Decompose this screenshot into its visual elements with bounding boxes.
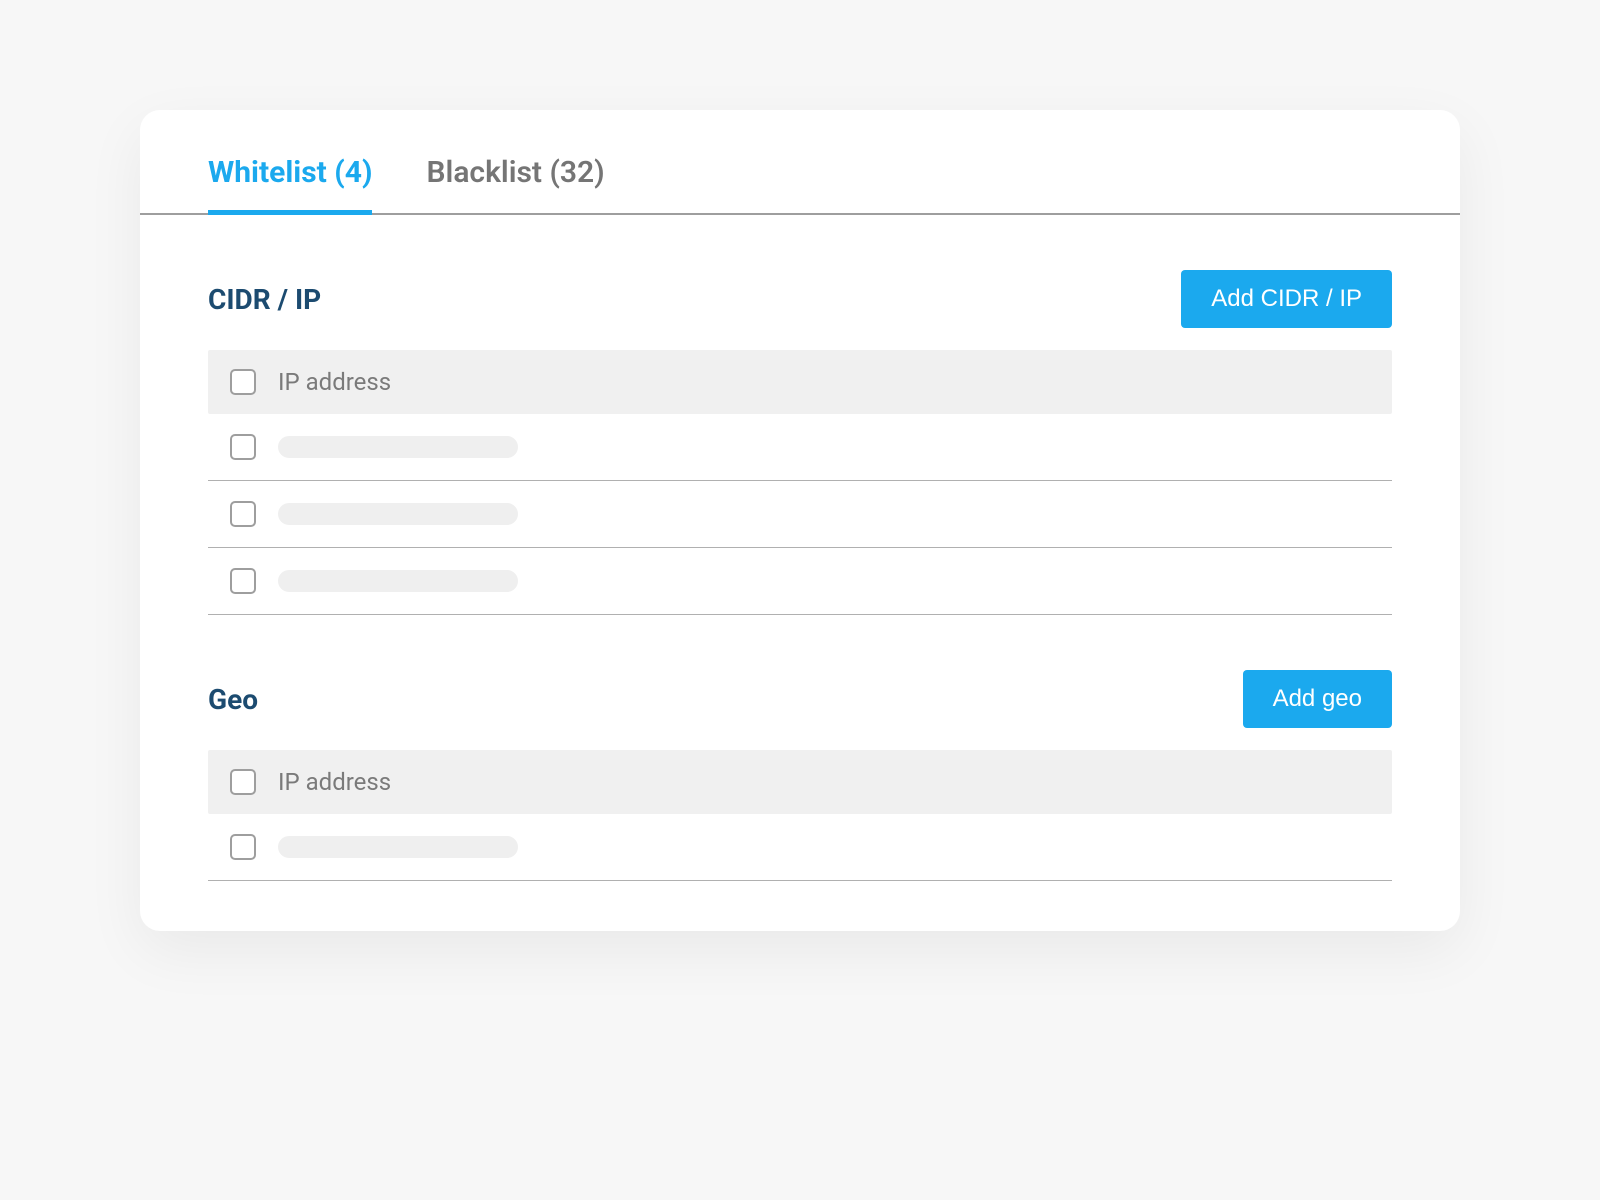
add-geo-button[interactable]: Add geo — [1243, 670, 1392, 728]
filter-card: Whitelist (4) Blacklist (32) CIDR / IP A… — [140, 110, 1460, 931]
placeholder-value — [278, 570, 518, 592]
add-cidr-button[interactable]: Add CIDR / IP — [1181, 270, 1392, 328]
row-checkbox[interactable] — [230, 568, 256, 594]
geo-list-header: IP address — [208, 750, 1392, 814]
row-checkbox[interactable] — [230, 501, 256, 527]
section-geo-title: Geo — [208, 683, 258, 716]
section-cidr: CIDR / IP Add CIDR / IP IP address — [140, 270, 1460, 615]
geo-select-all-checkbox[interactable] — [230, 769, 256, 795]
placeholder-value — [278, 436, 518, 458]
placeholder-value — [278, 836, 518, 858]
tab-blacklist[interactable]: Blacklist (32) — [426, 110, 604, 215]
table-row — [208, 481, 1392, 548]
row-checkbox[interactable] — [230, 434, 256, 460]
table-row — [208, 548, 1392, 615]
tabs: Whitelist (4) Blacklist (32) — [140, 110, 1460, 215]
cidr-list-header: IP address — [208, 350, 1392, 414]
section-geo-header: Geo Add geo — [208, 670, 1392, 728]
table-row — [208, 414, 1392, 481]
tab-whitelist[interactable]: Whitelist (4) — [208, 110, 372, 215]
section-cidr-title: CIDR / IP — [208, 283, 321, 316]
placeholder-value — [278, 503, 518, 525]
table-row — [208, 814, 1392, 881]
row-checkbox[interactable] — [230, 834, 256, 860]
cidr-select-all-checkbox[interactable] — [230, 369, 256, 395]
cidr-column-header: IP address — [278, 368, 391, 396]
section-cidr-header: CIDR / IP Add CIDR / IP — [208, 270, 1392, 328]
geo-column-header: IP address — [278, 768, 391, 796]
section-geo: Geo Add geo IP address — [140, 670, 1460, 881]
